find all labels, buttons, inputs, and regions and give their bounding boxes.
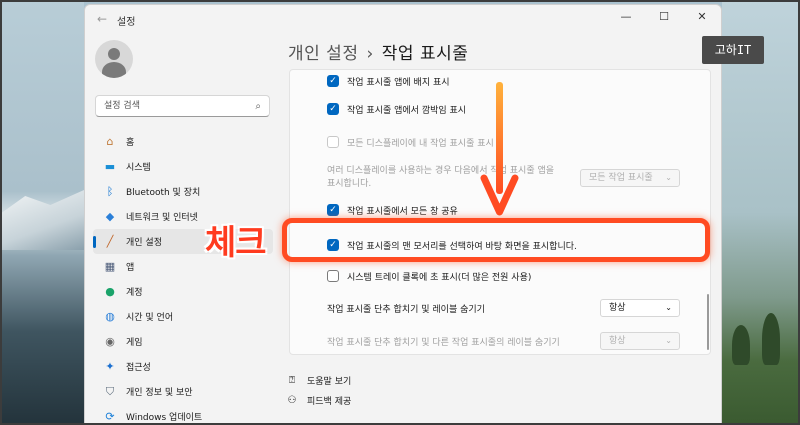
- sidebar-item-home[interactable]: ⌂ 홈: [93, 129, 273, 154]
- gaming-icon: ◉: [105, 335, 115, 348]
- breadcrumb-separator: ›: [366, 44, 374, 64]
- chevron-down-icon: ⌄: [665, 336, 672, 345]
- checkbox-checked[interactable]: ✓: [327, 75, 339, 87]
- update-icon: ⟳: [105, 410, 115, 423]
- setting-label: 작업 표시줄 단추 합치기 및 레이블 숨기기: [327, 304, 485, 315]
- breadcrumb-parent[interactable]: 개인 설정: [288, 44, 358, 64]
- feedback-icon: ⚇: [287, 394, 297, 406]
- sidebar-item-label: 계정: [126, 288, 143, 298]
- sidebar-item-accounts[interactable]: ● 계정: [93, 279, 273, 304]
- chevron-down-icon: ⌄: [665, 303, 672, 312]
- watermark-logo: 고하IT: [702, 36, 764, 64]
- accessibility-icon: ✦: [105, 360, 115, 373]
- sidebar-item-system[interactable]: ▬ 시스템: [93, 154, 273, 179]
- wallpaper-tree: [732, 325, 750, 365]
- account-icon: ●: [105, 285, 115, 298]
- setting-label: 시스템 트레이 클록에 초 표시(더 많은 전원 사용): [347, 272, 532, 283]
- window-title: 설정: [117, 17, 136, 28]
- sidebar-item-gaming[interactable]: ◉ 게임: [93, 329, 273, 354]
- setting-row-combine: 작업 표시줄 단추 합치기 및 레이블 숨기기 항상 ⌄: [290, 298, 710, 318]
- brush-icon: ╱: [106, 235, 114, 248]
- wallpaper-tree: [762, 313, 780, 365]
- sidebar-item-label: 앱: [126, 263, 135, 273]
- sidebar-item-windows-update[interactable]: ⟳ Windows 업데이트: [93, 404, 273, 424]
- desktop-wallpaper-left: [0, 0, 84, 425]
- sidebar-item-label: 시간 및 언어: [126, 313, 174, 323]
- window-controls: — ☐ ✕: [607, 5, 721, 27]
- help-links: ⍰ 도움말 보기 ⚇ 피드백 제공: [285, 370, 352, 410]
- title-bar: ← 설정 — ☐ ✕: [85, 5, 721, 33]
- sidebar-item-privacy[interactable]: ⛉ 개인 정보 및 보안: [93, 379, 273, 404]
- checkbox-checked[interactable]: ✓: [327, 103, 339, 115]
- user-avatar[interactable]: [95, 40, 133, 78]
- close-button[interactable]: ✕: [683, 5, 721, 27]
- sidebar-item-label: Bluetooth 및 장치: [126, 188, 201, 198]
- breadcrumb-current: 작업 표시줄: [381, 44, 469, 64]
- globe-icon: ◍: [105, 310, 115, 323]
- avatar-head: [108, 48, 120, 60]
- sidebar-item-label: 접근성: [126, 363, 151, 373]
- bluetooth-icon: ᛒ: [106, 185, 114, 198]
- chevron-down-icon: ⌄: [665, 173, 672, 182]
- sidebar-item-label: 시스템: [126, 163, 151, 173]
- sidebar-item-accessibility[interactable]: ✦ 접근성: [93, 354, 273, 379]
- system-icon: ▬: [104, 160, 116, 173]
- scrollbar-thumb[interactable]: [707, 294, 709, 350]
- search-icon[interactable]: ⌕: [255, 97, 261, 117]
- setting-label: 작업 표시줄 앱에서 깜박임 표시: [347, 105, 467, 116]
- sidebar-item-label: 게임: [126, 338, 143, 348]
- sidebar-nav: ⌂ 홈 ▬ 시스템 ᛒ Bluetooth 및 장치 ◆ 네트워크 및 인터넷 ╱ 개인 …: [93, 129, 273, 424]
- network-icon: ◆: [105, 210, 115, 223]
- sidebar-item-label: 네트워크 및 인터넷: [126, 213, 198, 223]
- checkbox-disabled: [327, 136, 339, 148]
- search-placeholder: 설정 검색: [104, 101, 140, 111]
- help-link-label: 도움말 보기: [307, 376, 352, 387]
- checkbox-checked[interactable]: ✓: [327, 204, 339, 216]
- avatar-body: [102, 62, 126, 78]
- maximize-button[interactable]: ☐: [645, 5, 683, 27]
- setting-label: 모든 디스플레이에 내 작업 표시줄 표시: [347, 138, 494, 149]
- annotation-label: 체크: [205, 223, 267, 263]
- checkbox-unchecked[interactable]: [327, 270, 339, 282]
- setting-row-combine-other: 작업 표시줄 단추 합치기 및 다른 작업 표시줄의 레이블 숨기기 항상 ⌄: [290, 331, 710, 351]
- help-icon: ⍰: [289, 374, 295, 386]
- dropdown-value: 항상: [609, 303, 626, 313]
- multi-display-dropdown: 모든 작업 표시줄 ⌄: [580, 169, 680, 187]
- setting-label: 작업 표시줄에서 모든 창 공유: [347, 206, 458, 217]
- feedback-link-label: 피드백 제공: [307, 396, 352, 407]
- sidebar-item-time-language[interactable]: ◍ 시간 및 언어: [93, 304, 273, 329]
- wallpaper-mountain: [0, 190, 84, 250]
- setting-row-tray-clock[interactable]: 시스템 트레이 클록에 초 표시(더 많은 전원 사용): [290, 267, 710, 285]
- setting-label: 작업 표시줄 앱에 배지 표시: [347, 77, 450, 88]
- sidebar-item-label: 개인 정보 및 보안: [126, 388, 193, 398]
- home-icon: ⌂: [106, 135, 114, 148]
- sidebar-item-label: 개인 설정: [126, 238, 162, 248]
- help-link[interactable]: ⍰ 도움말 보기: [285, 370, 351, 390]
- minimize-button[interactable]: —: [607, 5, 645, 27]
- shield-icon: ⛉: [105, 384, 115, 398]
- sidebar-item-label: 홈: [126, 138, 135, 148]
- search-input[interactable]: 설정 검색 ⌕: [95, 95, 270, 117]
- dropdown-value: 항상: [609, 336, 626, 346]
- combine-other-dropdown: 항상 ⌄: [600, 332, 680, 350]
- back-arrow-icon[interactable]: ←: [95, 12, 109, 26]
- sidebar-item-label: Windows 업데이트: [126, 413, 203, 423]
- setting-label-line: 표시합니다.: [327, 179, 372, 189]
- feedback-link[interactable]: ⚇ 피드백 제공: [285, 390, 352, 410]
- page-title: 개인 설정 › 작업 표시줄: [288, 39, 468, 64]
- combine-dropdown[interactable]: 항상 ⌄: [600, 299, 680, 317]
- highlight-box: [282, 218, 710, 262]
- dropdown-value: 모든 작업 표시줄: [589, 173, 653, 183]
- sidebar-item-bluetooth[interactable]: ᛒ Bluetooth 및 장치: [93, 179, 273, 204]
- down-arrow-annotation: [480, 82, 519, 216]
- settings-window: ← 설정 — ☐ ✕ 설정 검색 ⌕ ⌂ 홈 ▬ 시스템 ᛒ Bluetooth 및 …: [84, 4, 722, 425]
- setting-label: 작업 표시줄 단추 합치기 및 다른 작업 표시줄의 레이블 숨기기: [327, 337, 560, 348]
- apps-icon: ▦: [104, 260, 116, 273]
